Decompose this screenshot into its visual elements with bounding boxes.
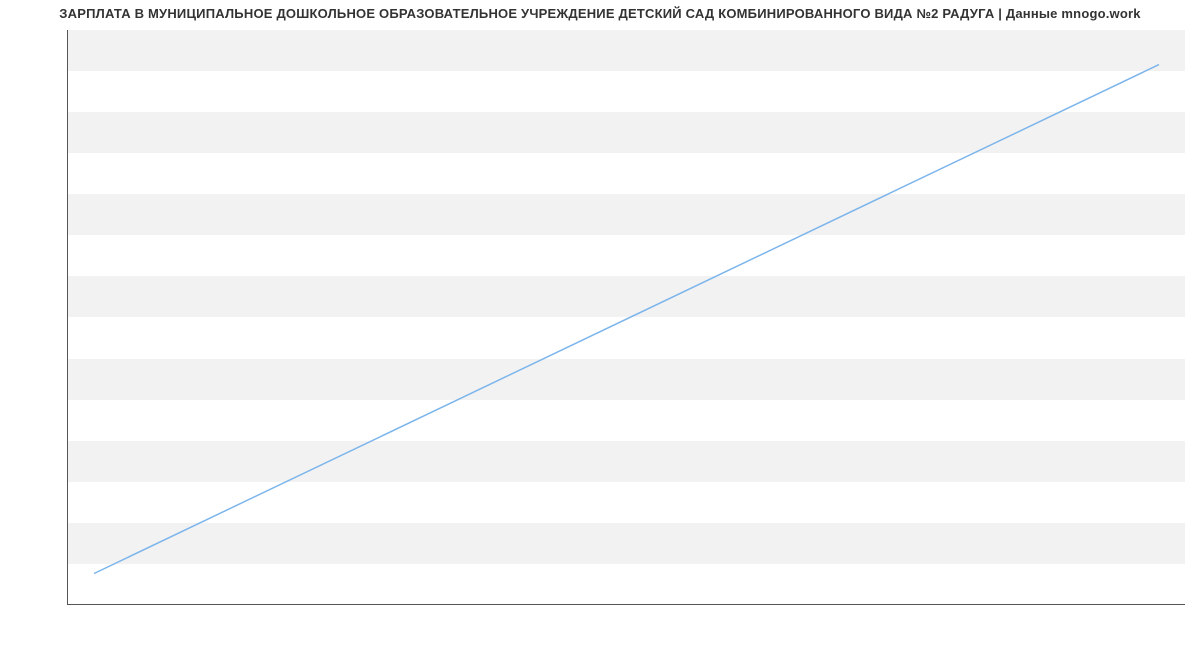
x-tick-label: 2024: [1147, 604, 1171, 605]
plot-area: 1800020000220002400026000280003000032000…: [67, 30, 1185, 605]
x-tick-label: 2022: [82, 604, 106, 605]
chart-title: ЗАРПЛАТА В МУНИЦИПАЛЬНОЕ ДОШКОЛЬНОЕ ОБРА…: [0, 6, 1200, 21]
data-line: [68, 30, 1185, 604]
